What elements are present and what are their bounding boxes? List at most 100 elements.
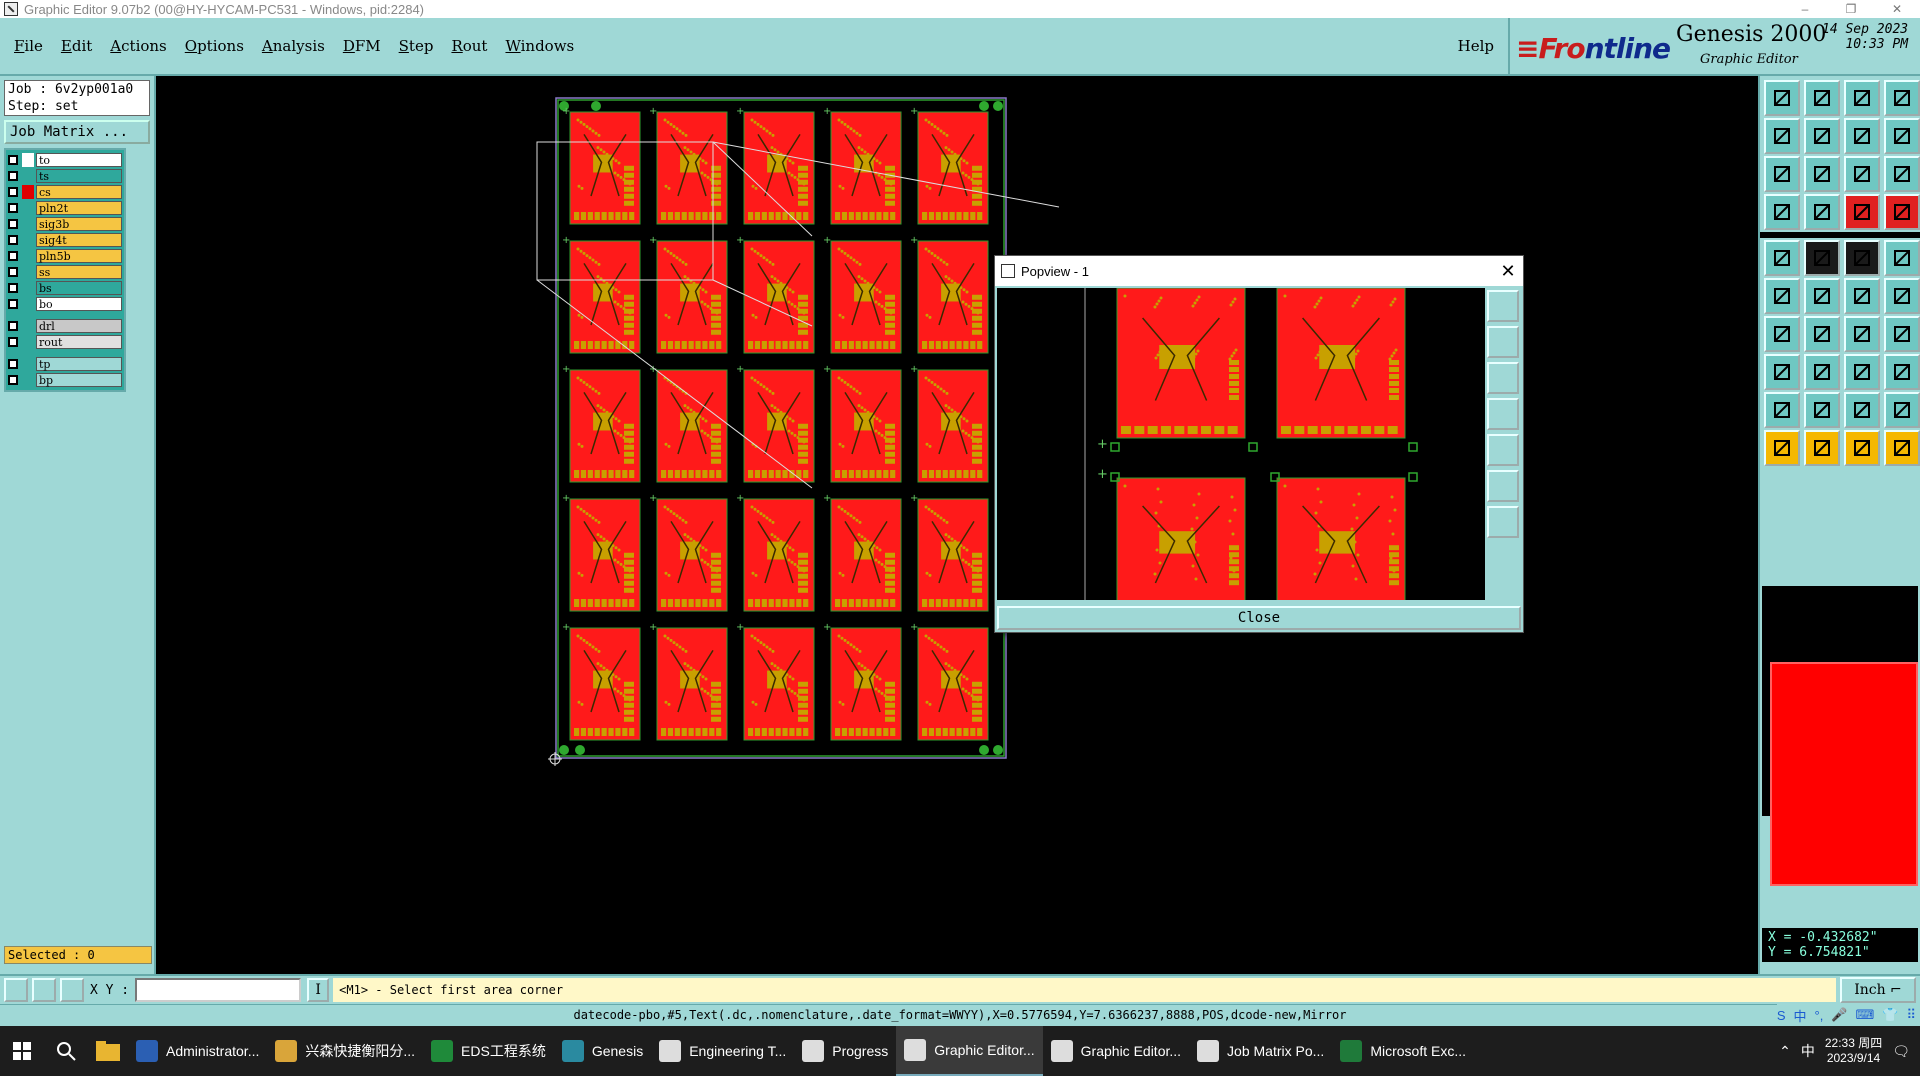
layer-name[interactable]: cs [36,185,122,199]
pan-left-button[interactable] [1764,118,1800,154]
layer-row-ts[interactable]: ts [8,168,122,184]
split-button[interactable] [1884,316,1920,352]
window-titlebar[interactable]: Graphic Editor 9.07b2 (00@HY-HYCAM-PC531… [0,0,1920,18]
layer-checkbox[interactable] [8,203,18,213]
ruler-button[interactable] [1764,194,1800,230]
line-draw-button[interactable] [1804,240,1840,276]
minimize-button[interactable]: – [1782,0,1828,18]
home-button[interactable] [1844,80,1880,116]
notification-icon[interactable]: 🗨 [1892,1043,1910,1060]
scale-button[interactable] [1844,156,1880,192]
taskbar-app-9[interactable]: Microsoft Exc... [1332,1026,1474,1076]
cap-button[interactable] [1884,392,1920,428]
layer-color-swatch[interactable] [22,233,34,247]
layer-checkbox[interactable] [8,337,18,347]
snap-edge-button[interactable] [1884,194,1920,230]
layer-row-to[interactable]: to [8,152,122,168]
layer-name[interactable]: to [36,153,122,167]
layer-checkbox[interactable] [8,219,18,229]
select-add-button[interactable] [1804,430,1840,466]
restore-button[interactable]: ❐ [1828,0,1874,18]
circle-button[interactable] [1884,240,1920,276]
ime-item[interactable]: ⌨ [1856,1007,1875,1023]
taskbar-app-1[interactable]: 兴森快捷衡阳分... [267,1026,423,1076]
layer-name[interactable]: pln2t [36,201,122,215]
taskbar-app-0[interactable]: Administrator... [128,1026,267,1076]
layer-color-swatch[interactable] [22,373,34,387]
layer-checkbox[interactable] [8,235,18,245]
popview-close-button[interactable]: Close [997,606,1521,630]
tray-chevron-icon[interactable]: ⌃ [1779,1043,1791,1060]
popview-zoom-out-button[interactable] [1487,326,1519,358]
layer-color-swatch[interactable] [22,297,34,311]
layer-row-tp[interactable]: tp [8,356,122,372]
layer-color-swatch[interactable] [22,217,34,231]
snap-tool-button[interactable] [4,978,28,1002]
layer-color-swatch[interactable] [22,335,34,349]
layer-row-ss[interactable]: ss [8,264,122,280]
layer-name[interactable]: bs [36,281,122,295]
menu-file[interactable]: File [14,37,43,55]
popview-pan-down-button[interactable] [1487,362,1519,394]
layout-button[interactable] [1884,118,1920,154]
clock[interactable]: 22:33 周四 2023/9/14 [1825,1036,1882,1066]
attach-button[interactable] [1844,354,1880,390]
fit-button[interactable] [1764,156,1800,192]
layer-checkbox[interactable] [8,187,18,197]
taskbar-app-7[interactable]: Graphic Editor... [1043,1026,1189,1076]
link-button[interactable] [1884,278,1920,314]
arch-button[interactable] [1844,392,1880,428]
tray-lang[interactable]: 中 [1801,1041,1815,1061]
layer-color-swatch[interactable] [22,201,34,215]
ime-item[interactable]: 🎤 [1831,1007,1847,1023]
grid-tool-button[interactable] [32,978,56,1002]
popview-zoom-view[interactable]: + + [997,288,1485,600]
layer-row-sig3b[interactable]: sig3b [8,216,122,232]
layer-checkbox[interactable] [8,283,18,293]
layer-color-swatch[interactable] [22,319,34,333]
layer-row-bp[interactable]: bp [8,372,122,388]
popview-zoom-in-button[interactable] [1487,290,1519,322]
layer-row-sig4t[interactable]: sig4t [8,232,122,248]
layer-row-pln2t[interactable]: pln2t [8,200,122,216]
triangle-button[interactable] [1764,392,1800,428]
layer-row-drl[interactable]: drl [8,318,122,334]
ime-item[interactable]: ⠿ [1906,1007,1916,1023]
taskbar-app-5[interactable]: Progress [794,1026,896,1076]
layer-checkbox[interactable] [8,375,18,385]
menu-analysis[interactable]: Analysis [262,37,325,55]
menu-windows[interactable]: Windows [505,37,574,55]
layer-checkbox[interactable] [8,267,18,277]
zoom-center-button[interactable] [1804,80,1840,116]
menu-help[interactable]: Help [1458,37,1494,55]
layer-color-swatch[interactable] [22,153,34,167]
peak-button[interactable] [1804,392,1840,428]
ime-item[interactable]: 中 [1794,1006,1807,1025]
layer-checkbox[interactable] [8,359,18,369]
layer-color-swatch[interactable] [22,357,34,371]
layer-checkbox[interactable] [8,251,18,261]
layer-name[interactable]: pln5b [36,249,122,263]
layer-row-bs[interactable]: bs [8,280,122,296]
layer-name[interactable]: rout [36,335,122,349]
unit-selector[interactable]: Inch ⌐ [1840,977,1916,1003]
measure-button[interactable] [1844,240,1880,276]
popview-titlebar[interactable]: Popview - 1 ✕ [995,256,1523,286]
node-button[interactable] [1844,278,1880,314]
layer-checkbox[interactable] [8,321,18,331]
pan-right-button[interactable] [1804,118,1840,154]
taskbar-app-3[interactable]: Genesis [554,1026,651,1076]
grid-button[interactable] [1804,194,1840,230]
slash-button[interactable] [1804,316,1840,352]
layer-color-swatch[interactable] [22,281,34,295]
start-button[interactable] [0,1026,44,1076]
layer-name[interactable]: ss [36,265,122,279]
layer-name[interactable]: bp [36,373,122,387]
arc-button[interactable] [1844,316,1880,352]
pan-step-button[interactable] [1844,118,1880,154]
help-button[interactable] [1884,156,1920,192]
layer-checkbox[interactable] [8,171,18,181]
select-pick-button[interactable] [1844,430,1880,466]
layer-color-swatch[interactable] [22,169,34,183]
layer-color-swatch[interactable] [22,185,34,199]
